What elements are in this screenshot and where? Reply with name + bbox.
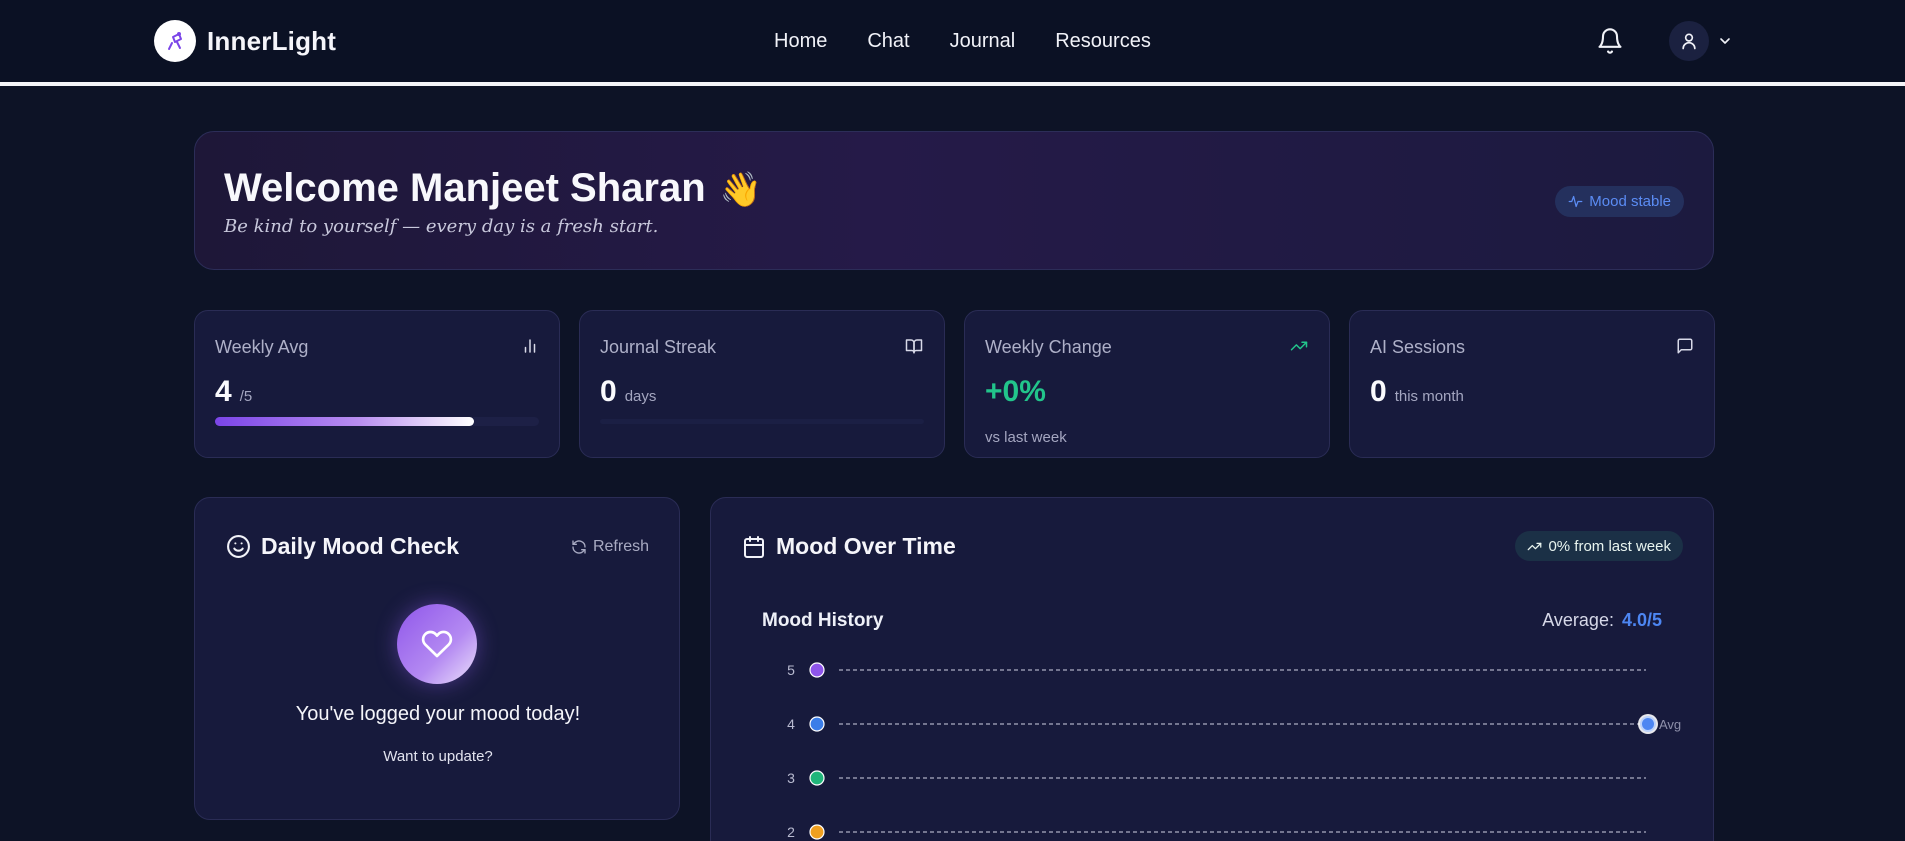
stat-value: 0 days: [600, 375, 656, 409]
nav-link-chat[interactable]: Chat: [867, 30, 909, 53]
refresh-label: Refresh: [592, 538, 649, 555]
stat-label: Journal Streak: [600, 337, 717, 357]
stat-card-weekly-avg: Weekly Avg 4/5: [194, 310, 560, 458]
y-tick-label: 3: [787, 770, 795, 786]
weekly-avg-progress-bar: [215, 417, 539, 426]
journal-streak-track: [600, 419, 924, 424]
activity-icon: [1568, 195, 1583, 208]
brand-name: InnerLight: [207, 25, 337, 56]
welcome-title-text: Welcome Manjeet Sharan: [224, 166, 706, 210]
mood-logged-message: You've logged your mood today!: [295, 703, 581, 725]
stat-card-weekly-change: Weekly Change +0% vs last week: [964, 310, 1330, 458]
nav-link-journal[interactable]: Journal: [950, 30, 1016, 53]
nav-link-resources[interactable]: Resources: [1055, 30, 1151, 53]
welcome-banner: Welcome Manjeet Sharan 👋 Be kind to yours…: [194, 131, 1714, 270]
refresh-icon: [572, 540, 586, 554]
panel-title: Daily Mood Check: [261, 533, 460, 559]
refresh-button[interactable]: Refresh: [571, 538, 649, 556]
journal-streak-value: 0: [600, 375, 617, 408]
trending-up-icon: [1290, 341, 1308, 351]
y-tick-label: 5: [787, 662, 795, 678]
brand-logo-icon: [154, 20, 196, 62]
message-square-icon: [1677, 338, 1693, 354]
weekly-avg-value: 4: [215, 375, 232, 408]
bar-chart-icon: [524, 339, 536, 353]
chevron-down-icon: [1720, 38, 1730, 44]
y-tick-label: 4: [787, 716, 795, 732]
user-avatar-icon: [1669, 21, 1709, 61]
stat-value: 0 this month: [1370, 375, 1464, 409]
mood-level-4-marker: [809, 716, 825, 732]
nav-links: Home Chat Journal Resources: [774, 30, 1191, 53]
y-tick-label: 2: [787, 824, 795, 840]
stat-card-ai-sessions: AI Sessions 0 this month: [1349, 310, 1715, 458]
weekly-avg-progress-fill: [215, 417, 475, 426]
stat-label: AI Sessions: [1370, 337, 1466, 357]
wave-emoji-icon: 👋: [719, 171, 762, 209]
weekly-avg-unit: /5: [239, 388, 253, 405]
top-nav: InnerLight Home Chat Journal Resources: [0, 0, 1905, 86]
update-mood-link[interactable]: Want to update?: [195, 748, 681, 765]
stat-card-journal-streak: Journal Streak 0 days: [579, 310, 945, 458]
weekly-change-note: vs last week: [985, 429, 1067, 446]
user-menu-button[interactable]: [1669, 21, 1733, 61]
mood-level-2-marker: [809, 824, 825, 840]
data-point[interactable]: [1640, 716, 1656, 732]
notifications-bell-icon[interactable]: [1596, 27, 1624, 55]
welcome-subtitle: Be kind to yourself — every day is a fre…: [224, 216, 659, 237]
stat-value: 4/5: [215, 375, 252, 409]
ai-sessions-unit: this month: [1394, 388, 1464, 405]
mood-history-chart: 5 4 3 2 Avg: [787, 662, 1681, 840]
journal-streak-unit: days: [624, 388, 657, 405]
mood-level-5-marker: [809, 662, 825, 678]
brand[interactable]: InnerLight: [154, 20, 336, 62]
ai-sessions-value: 0: [1370, 375, 1387, 408]
smile-icon: [227, 535, 250, 558]
mood-level-3-marker: [809, 770, 825, 786]
stat-label: Weekly Avg: [215, 337, 309, 357]
nav-link-home[interactable]: Home: [774, 30, 827, 53]
book-open-icon: [905, 339, 923, 354]
daily-mood-check-panel: Daily Mood Check Refresh You've logged y…: [194, 497, 680, 820]
avg-reference-label: Avg: [1659, 717, 1681, 732]
weekly-change-value: +0%: [985, 375, 1046, 408]
welcome-heading: Welcome Manjeet Sharan 👋: [224, 166, 762, 211]
heart-icon: [397, 604, 477, 684]
panel-header: Daily Mood Check: [226, 533, 459, 560]
mood-over-time-panel: Mood Over Time 0% from last week Mood Hi…: [710, 497, 1714, 841]
stat-label: Weekly Change: [985, 337, 1112, 357]
mood-status-badge: Mood stable: [1555, 186, 1684, 217]
mood-status-label: Mood stable: [1589, 193, 1671, 210]
